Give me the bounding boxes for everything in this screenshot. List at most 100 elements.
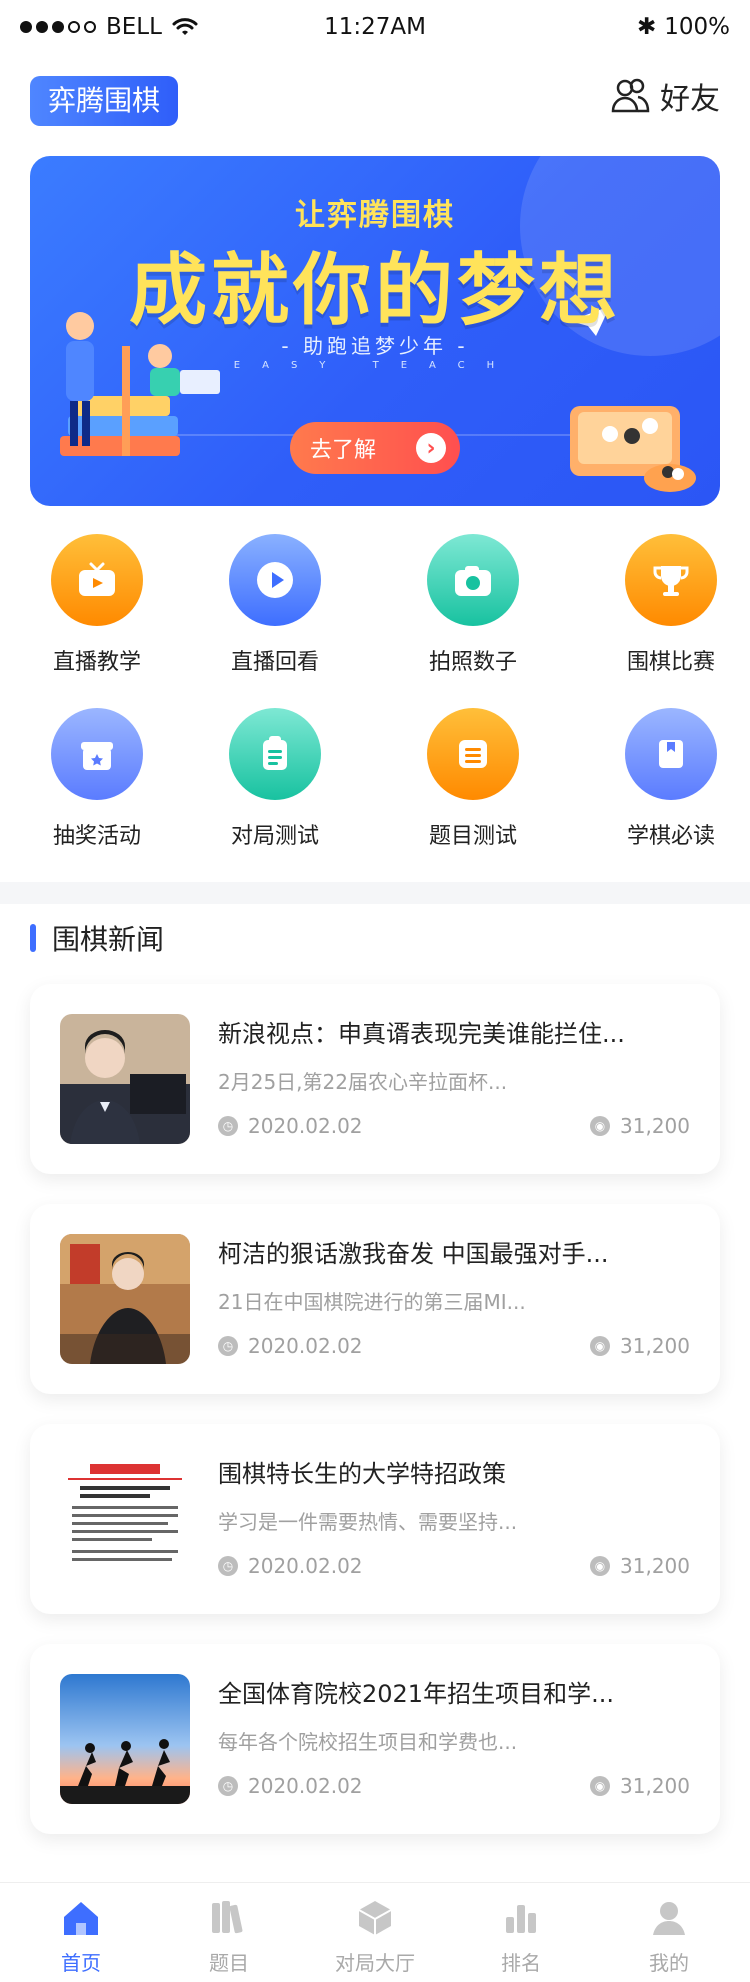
clock-icon: ◷ bbox=[218, 1116, 238, 1136]
news-views: ◉ 31,200 bbox=[590, 1334, 690, 1358]
bottom-tab-bar: 首页 题目 对局大厅 排名 我的 bbox=[0, 1882, 750, 1982]
clock-icon: ◷ bbox=[218, 1556, 238, 1576]
gift-icon bbox=[51, 708, 143, 800]
grid-item-photo-count[interactable]: 拍照数子 bbox=[398, 534, 548, 684]
grid-label: 直播回看 bbox=[230, 650, 319, 675]
news-date-text: 2020.02.02 bbox=[248, 1334, 363, 1358]
news-views: ◉ 31,200 bbox=[590, 1554, 690, 1578]
news-views: ◉ 31,200 bbox=[590, 1774, 690, 1798]
chart-icon bbox=[498, 1895, 544, 1941]
eye-icon: ◉ bbox=[590, 1336, 611, 1356]
news-title: 柯洁的狠话激我奋发 中国最强对手... bbox=[218, 1240, 609, 1268]
tab-ranking[interactable]: 排名 bbox=[446, 1895, 596, 1976]
user-icon bbox=[646, 1895, 692, 1941]
tab-questions[interactable]: 题目 bbox=[154, 1895, 304, 1976]
grid-label: 对局测试 bbox=[230, 824, 319, 849]
cube-icon bbox=[352, 1895, 398, 1941]
tab-label: 排名 bbox=[501, 1951, 541, 1975]
eye-icon: ◉ bbox=[590, 1116, 611, 1136]
status-right: ✱ 100% bbox=[637, 14, 730, 40]
news-section-header: 围棋新闻 bbox=[30, 918, 164, 958]
news-excerpt: 每年各个院校招生项目和学费也... bbox=[218, 1730, 518, 1754]
grid-label: 围棋比赛 bbox=[626, 650, 715, 675]
go-board-illustration bbox=[570, 406, 696, 492]
eye-icon: ◉ bbox=[590, 1776, 611, 1796]
news-card[interactable]: 新浪视点：申真谞表现完美谁能拦住... 2月25日,第22届农心辛拉面杯... … bbox=[30, 984, 720, 1174]
tab-label: 我的 bbox=[649, 1951, 689, 1975]
brand-badge[interactable]: 弈腾围棋 bbox=[30, 76, 179, 126]
banner-tagline-en: EASY TEACH bbox=[233, 360, 517, 371]
news-date: ◷ 2020.02.02 bbox=[218, 1774, 363, 1798]
news-card[interactable]: 全国体育院校2021年招生项目和学... 每年各个院校招生项目和学费也... ◷… bbox=[30, 1644, 720, 1834]
news-title: 全国体育院校2021年招生项目和学... bbox=[218, 1680, 614, 1708]
news-views-text: 31,200 bbox=[620, 1334, 690, 1358]
grid-item-must-read[interactable]: 学棋必读 bbox=[596, 708, 746, 858]
news-views: ◉ 31,200 bbox=[590, 1114, 690, 1138]
banner-title: 成就你的梦想 bbox=[128, 246, 621, 336]
banner-tagline: - 助跑追梦少年 - bbox=[281, 334, 469, 358]
grid-label: 拍照数子 bbox=[428, 650, 517, 675]
tab-mine[interactable]: 我的 bbox=[594, 1895, 744, 1976]
tab-home[interactable]: 首页 bbox=[6, 1895, 156, 1976]
grid-label: 学棋必读 bbox=[626, 824, 715, 849]
news-section-title: 围棋新闻 bbox=[52, 923, 165, 956]
news-views-text: 31,200 bbox=[620, 1114, 690, 1138]
friends-button[interactable]: 好友 bbox=[610, 74, 720, 118]
friends-icon bbox=[611, 78, 650, 113]
banner-cta-button[interactable]: 去了解 › bbox=[290, 422, 460, 474]
grid-item-question-test[interactable]: 题目测试 bbox=[398, 708, 548, 858]
news-title: 围棋特长生的大学特招政策 bbox=[218, 1460, 506, 1488]
news-views-text: 31,200 bbox=[620, 1774, 690, 1798]
book-icon bbox=[625, 708, 717, 800]
home-icon bbox=[58, 1895, 104, 1941]
trophy-icon bbox=[625, 534, 717, 626]
news-card[interactable]: 柯洁的狠话激我奋发 中国最强对手... 21日在中国棋院进行的第三届MI... … bbox=[30, 1204, 720, 1394]
books-icon bbox=[206, 1895, 252, 1941]
news-excerpt: 21日在中国棋院进行的第三届MI... bbox=[218, 1290, 526, 1314]
tab-game-hall[interactable]: 对局大厅 bbox=[300, 1895, 450, 1976]
news-thumbnail bbox=[60, 1454, 190, 1584]
news-date-text: 2020.02.02 bbox=[248, 1114, 363, 1138]
news-card[interactable]: 围棋特长生的大学特招政策 学习是一件需要热情、需要坚持... ◷ 2020.02… bbox=[30, 1424, 720, 1614]
chevron-right-icon: › bbox=[416, 433, 446, 463]
grid-item-live-replay[interactable]: 直播回看 bbox=[200, 534, 350, 684]
hero-banner[interactable]: 让弈腾围棋 成就你的梦想 - 助跑追梦少年 - EASY TEACH 去了解 › bbox=[30, 156, 720, 506]
news-views-text: 31,200 bbox=[620, 1554, 690, 1578]
grid-label: 直播教学 bbox=[52, 650, 141, 675]
news-thumbnail bbox=[60, 1674, 190, 1804]
friends-label: 好友 bbox=[660, 82, 720, 117]
list-icon bbox=[427, 708, 519, 800]
section-divider bbox=[0, 882, 750, 904]
clipboard-icon bbox=[229, 708, 321, 800]
camera-icon bbox=[427, 534, 519, 626]
app-header: 弈腾围棋 好友 bbox=[0, 56, 750, 146]
grid-item-live-teaching[interactable]: 直播教学 bbox=[22, 534, 172, 684]
tab-label: 对局大厅 bbox=[335, 1951, 415, 1975]
tv-icon bbox=[51, 534, 143, 626]
banner-cta-label: 去了解 bbox=[310, 438, 377, 463]
news-date: ◷ 2020.02.02 bbox=[218, 1114, 363, 1138]
news-date-text: 2020.02.02 bbox=[248, 1774, 363, 1798]
clock-icon: ◷ bbox=[218, 1776, 238, 1796]
news-date: ◷ 2020.02.02 bbox=[218, 1554, 363, 1578]
news-date-text: 2020.02.02 bbox=[248, 1554, 363, 1578]
battery-text: 100% bbox=[664, 14, 730, 40]
news-date: ◷ 2020.02.02 bbox=[218, 1334, 363, 1358]
eye-icon: ◉ bbox=[590, 1556, 611, 1576]
feature-grid: 直播教学 直播回看 拍照数子 围棋比赛 抽奖活动 对局测试 题目测试 学棋必读 bbox=[0, 534, 750, 874]
grid-item-go-competition[interactable]: 围棋比赛 bbox=[596, 534, 746, 684]
status-bar: BELL 11:27AM ✱ 100% bbox=[0, 0, 750, 56]
news-excerpt: 2月25日,第22届农心辛拉面杯... bbox=[218, 1070, 508, 1094]
tab-label: 题目 bbox=[209, 1951, 249, 1975]
news-thumbnail bbox=[60, 1234, 190, 1364]
news-thumbnail bbox=[60, 1014, 190, 1144]
tab-label: 首页 bbox=[61, 1951, 101, 1975]
play-icon bbox=[229, 534, 321, 626]
bluetooth-icon: ✱ bbox=[636, 14, 657, 40]
section-accent-bar bbox=[30, 924, 36, 952]
grid-item-lottery[interactable]: 抽奖活动 bbox=[22, 708, 172, 858]
grid-label: 题目测试 bbox=[428, 824, 517, 849]
grid-label: 抽奖活动 bbox=[52, 824, 141, 849]
clock-icon: ◷ bbox=[218, 1336, 238, 1356]
grid-item-game-test[interactable]: 对局测试 bbox=[200, 708, 350, 858]
